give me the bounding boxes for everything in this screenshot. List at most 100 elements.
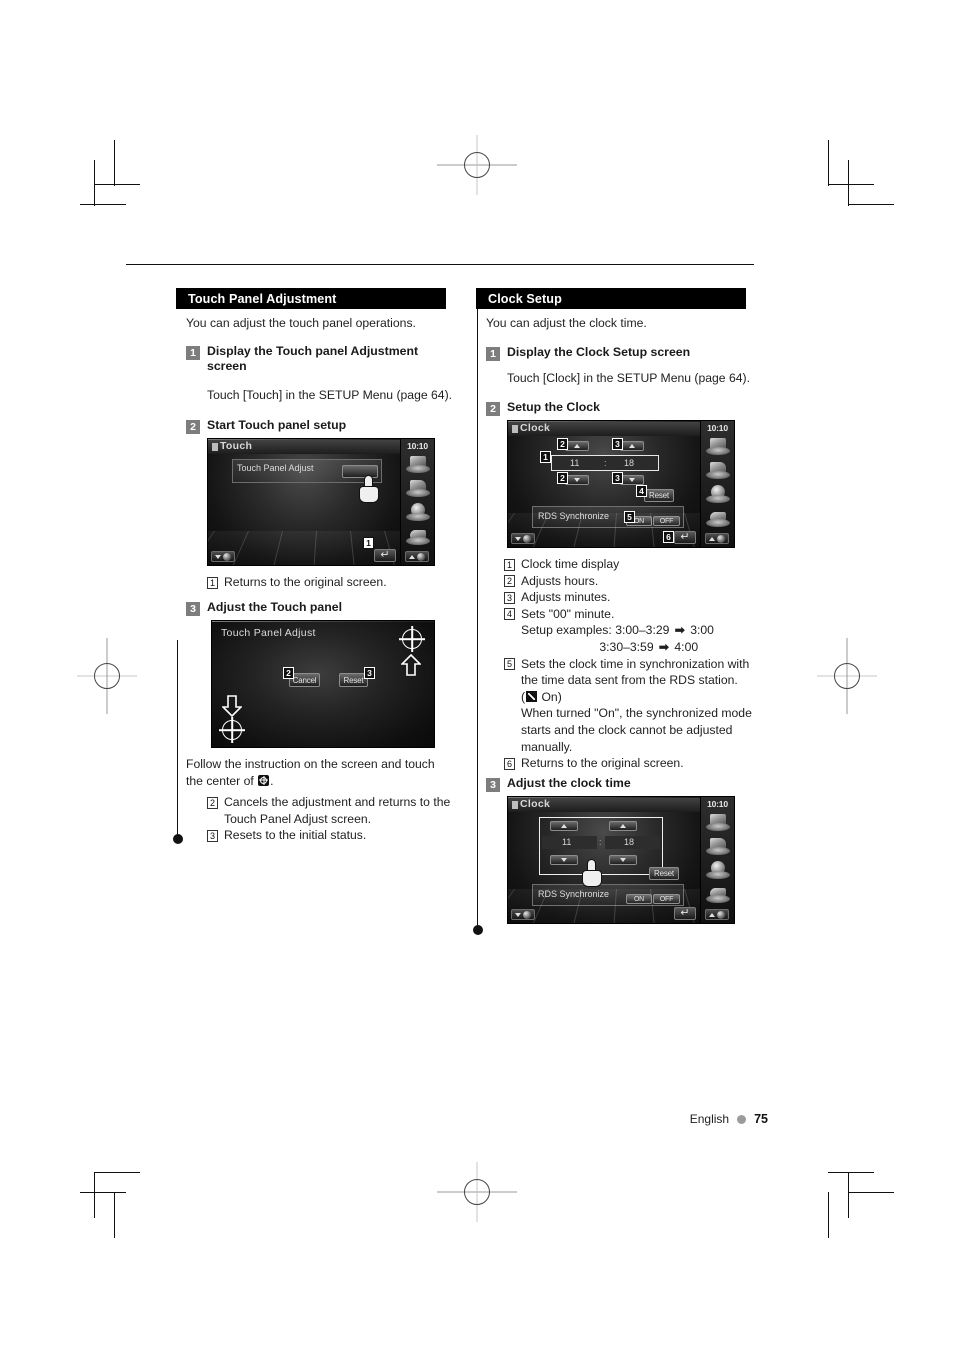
volume-up-button[interactable] [705, 909, 729, 920]
step-2-setup-clock: 2 Setup the Clock [486, 400, 756, 416]
marker-cancel: 2 [283, 667, 294, 679]
return-button[interactable]: ↵ [674, 531, 696, 544]
callout-text: Adjusts minutes. [521, 590, 611, 605]
left-margin-dot [172, 834, 183, 844]
step-2-start-touch-setup: 2 Start Touch panel setup [186, 418, 456, 434]
crop-mark-bottom-right [806, 1168, 894, 1238]
callout-text: Returns to the original screen. [521, 756, 684, 771]
device-title: Touch [220, 440, 253, 452]
callout-line-2: the time data sent from the RDS station. [521, 673, 738, 688]
step-title: Adjust the Touch panel [207, 600, 343, 614]
hour-down-button[interactable] [550, 855, 578, 865]
source-icon-2[interactable] [705, 835, 731, 855]
hour-down-button[interactable] [565, 475, 589, 485]
section-title-text: Clock Setup [488, 291, 562, 306]
minute-down-button[interactable] [609, 855, 637, 865]
column-divider-dot [472, 925, 483, 935]
return-button[interactable]: ↵ [674, 907, 696, 920]
time-separator: : [604, 458, 607, 468]
device-icon-rail: 10:10 [400, 439, 434, 565]
adjust-callouts: 2 Cancels the adjustment and returns to … [207, 794, 465, 844]
hour-up-button[interactable] [550, 821, 578, 831]
marker-minutes-down: 3 [612, 472, 623, 484]
volume-up-button[interactable] [405, 551, 429, 562]
step-number-badge: 2 [186, 419, 200, 434]
setup-example-2-to: 4:00 [674, 639, 699, 654]
hand-cursor-icon [580, 859, 606, 889]
callout-text: Sets the clock time in synchronization w… [521, 656, 752, 754]
minute-value: 18 [624, 837, 635, 847]
column-divider-rule [477, 306, 479, 932]
crosshair-glyph-icon [258, 774, 270, 786]
callout-line-1: Sets the clock time in synchronization w… [521, 656, 750, 671]
callout-row: 3 Resets to the initial status. [207, 827, 465, 844]
touch-panel-adjust-label: Touch Panel Adjust [237, 463, 314, 473]
title-square-icon [212, 443, 218, 451]
source-icon-2[interactable] [705, 459, 731, 479]
callout-number: 6 [504, 757, 515, 770]
triangle-up-icon [709, 536, 715, 541]
callout-number: 2 [504, 575, 515, 588]
minute-up-button[interactable] [620, 441, 644, 451]
title-square-icon [512, 801, 518, 809]
callout-row: 5 Sets the clock time in synchronization… [504, 656, 766, 756]
step-number-badge: 2 [486, 401, 500, 416]
instruction-line-2: the center of [186, 773, 254, 788]
section-header-touch-panel: Touch Panel Adjustment [176, 288, 446, 309]
hand-cursor-icon [357, 475, 383, 505]
callout-line: Sets "00" minute. [521, 606, 615, 621]
device-clock: 10:10 [707, 799, 728, 809]
step-title: Adjust the clock time [507, 776, 631, 790]
source-icon-4[interactable] [405, 525, 431, 545]
device-clock: 10:10 [407, 441, 428, 451]
marker-hours-down: 2 [557, 472, 568, 484]
crosshair-target-top-right[interactable] [399, 626, 425, 652]
left-margin-rule [177, 640, 179, 840]
source-icon-4[interactable] [705, 507, 731, 527]
instruction-line-1: Follow the instruction on the screen and… [186, 757, 435, 771]
volume-up-button[interactable] [705, 533, 729, 544]
source-icon-1[interactable] [705, 435, 731, 455]
source-icon-4[interactable] [705, 883, 731, 903]
triangle-down-icon [515, 536, 521, 541]
source-icon-3[interactable] [705, 859, 731, 879]
pen-glyph-icon [526, 690, 538, 702]
device-icon-rail: 10:10 [700, 421, 734, 547]
hour-up-button[interactable] [565, 441, 589, 451]
callout-row: 1 Returns to the original screen. [207, 574, 465, 591]
source-icon-2[interactable] [405, 477, 431, 497]
minute-up-button[interactable] [609, 821, 637, 831]
knob-icon [717, 910, 725, 919]
triangle-down-icon [574, 478, 580, 482]
device-screen: Touch Panel Adjust Cancel 2 Reset 3 [212, 621, 434, 747]
reset-button[interactable]: Reset [644, 489, 674, 502]
source-icon-3[interactable] [405, 501, 431, 521]
triangle-down-icon [561, 858, 567, 862]
footer-language: English [689, 1112, 730, 1126]
volume-down-button[interactable] [511, 533, 535, 544]
volume-down-button[interactable] [211, 551, 235, 562]
footer-dot-icon [737, 1114, 747, 1124]
marker-hours-up: 2 [557, 438, 568, 450]
callout-line-2: Touch Panel Adjust screen. [224, 811, 372, 826]
minute-value: 18 [624, 458, 635, 468]
triangle-down-icon [629, 478, 635, 482]
callout-number: 1 [207, 576, 218, 589]
crosshair-target-bottom-left[interactable] [219, 717, 245, 743]
source-icon-1[interactable] [705, 811, 731, 831]
source-icon-1[interactable] [405, 453, 431, 473]
step-title: Display the Clock Setup screen [507, 345, 691, 359]
source-icon-3[interactable] [705, 483, 731, 503]
rds-note-line-1: When turned "On", the synchronized mode [521, 706, 752, 721]
callout-text: Sets "00" minute. Setup examples: 3:00–3… [521, 606, 766, 656]
arrow-right-icon: ➡ [658, 639, 670, 654]
step-title: Setup the Clock [507, 400, 600, 414]
volume-down-button[interactable] [511, 909, 535, 920]
return-button[interactable]: ↵ [374, 549, 396, 562]
triangle-up-icon [574, 444, 580, 448]
minute-down-button[interactable] [620, 475, 644, 485]
touch-panel-intro: You can adjust the touch panel operation… [186, 316, 416, 330]
rds-note-line-3: manually. [521, 739, 573, 754]
reset-button[interactable]: Reset [649, 867, 679, 880]
marker-1: 1 [363, 537, 374, 549]
